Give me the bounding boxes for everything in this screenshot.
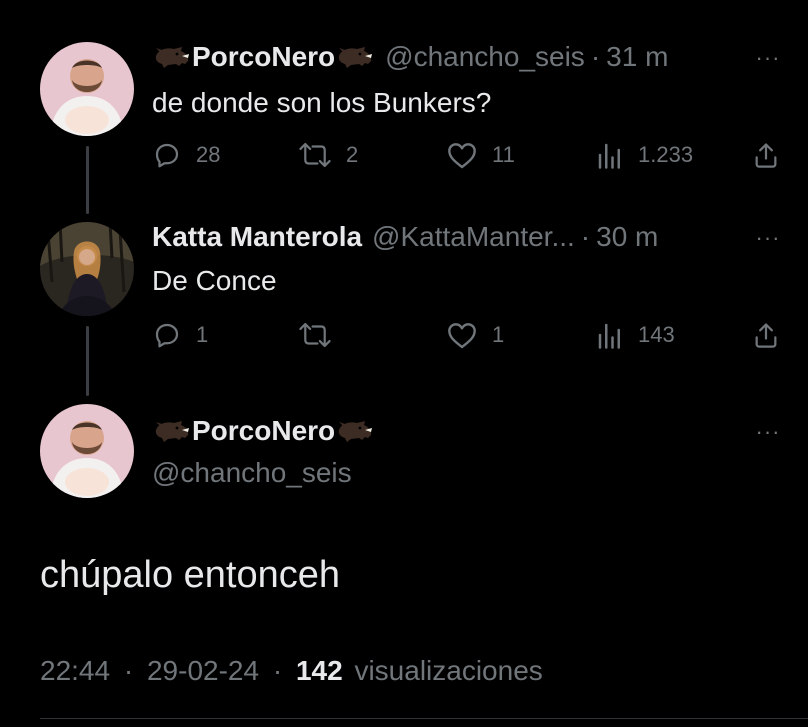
share-button[interactable] (752, 318, 780, 352)
reply-icon (155, 143, 179, 168)
avatar[interactable] (40, 222, 134, 316)
thread-line (86, 326, 89, 396)
retweet-icon (299, 142, 331, 168)
separator: · (590, 41, 601, 72)
like-icon (448, 143, 476, 169)
main-tweet-text: chúpalo entonceh (40, 554, 341, 596)
views-icon (598, 323, 620, 349)
separator: · (272, 655, 283, 686)
tweet-text: de donde son los Bunkers? (152, 87, 492, 118)
separator: · (580, 221, 591, 252)
views-icon (598, 143, 620, 169)
reply-count: 1 (196, 322, 209, 347)
main-tweet-header: PorcoNero (152, 414, 375, 448)
boar-emoji-icon (155, 421, 189, 442)
tweet-date[interactable]: 29-02-24 (147, 655, 259, 686)
boar-emoji-icon (155, 47, 189, 68)
display-name[interactable]: PorcoNero (192, 414, 335, 448)
like-icon (448, 323, 476, 349)
views-button[interactable]: 1.233 (596, 138, 693, 172)
reply-icon (155, 323, 179, 348)
like-button[interactable]: 1 (446, 318, 504, 352)
timestamp[interactable]: 31 m (606, 40, 668, 74)
like-button[interactable]: 11 (446, 138, 515, 172)
divider (40, 718, 808, 719)
tweet-header: Katta Manterola @KattaManter... · 30 m (152, 220, 658, 254)
views-label: visualizaciones (354, 655, 543, 686)
display-name[interactable]: PorcoNero (192, 40, 335, 74)
more-icon[interactable]: ··· (748, 227, 788, 249)
view-count: 1.233 (638, 142, 694, 167)
retweet-count: 2 (346, 142, 359, 167)
retweet-button[interactable] (298, 318, 346, 352)
share-button[interactable] (752, 138, 780, 172)
handle[interactable]: @chancho_seis (385, 40, 585, 74)
views-button[interactable]: 143 (596, 318, 675, 352)
reply-button[interactable]: 1 (152, 318, 208, 352)
display-name[interactable]: Katta Manterola (152, 220, 362, 254)
like-count: 11 (492, 142, 515, 167)
boar-emoji-icon (338, 421, 373, 442)
handle[interactable]: @chancho_seis (152, 456, 352, 490)
separator: · (123, 655, 134, 686)
tweet-metadata: 22:44 · 29-02-24 · 142 visualizaciones (40, 654, 543, 688)
tweet-time[interactable]: 22:44 (40, 655, 110, 686)
tweet-text: De Conce (152, 265, 277, 296)
share-icon (755, 143, 777, 168)
reply-count: 28 (196, 142, 221, 167)
thread-line (86, 146, 89, 214)
avatar[interactable] (40, 404, 134, 498)
retweet-button[interactable]: 2 (298, 138, 358, 172)
reply-button[interactable]: 28 (152, 138, 220, 172)
view-count: 143 (638, 322, 675, 347)
tweet-header: PorcoNero @chancho_seis · 31 m (152, 40, 668, 74)
more-icon[interactable]: ··· (748, 47, 788, 69)
timestamp[interactable]: 30 m (596, 220, 658, 254)
like-count: 1 (492, 322, 505, 347)
share-icon (755, 323, 777, 348)
handle[interactable]: @KattaManter... (372, 220, 575, 254)
retweet-icon (299, 322, 331, 348)
avatar[interactable] (40, 42, 134, 136)
more-icon[interactable]: ··· (748, 421, 788, 443)
boar-emoji-icon (338, 47, 373, 68)
views-count: 142 (295, 655, 343, 686)
